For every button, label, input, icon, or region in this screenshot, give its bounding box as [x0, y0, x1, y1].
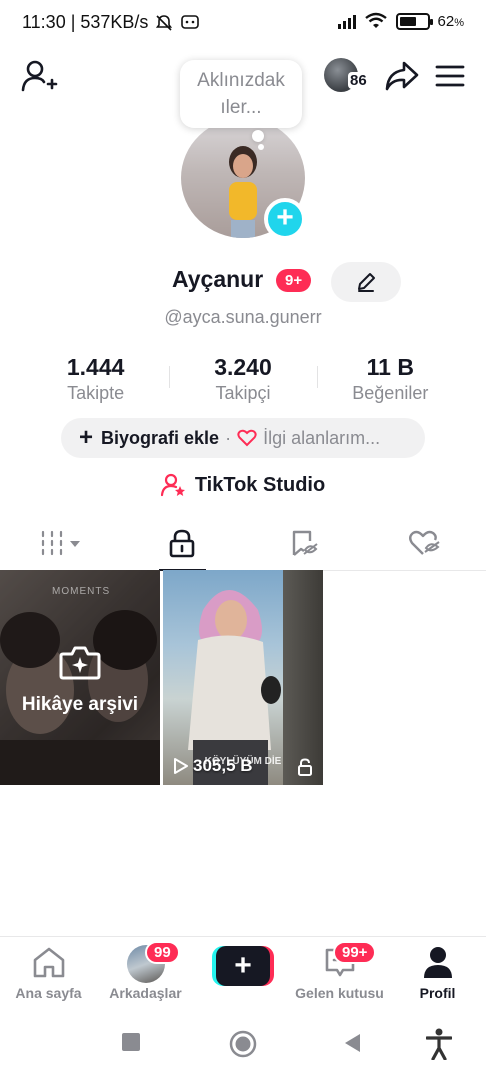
stat-label: Takipte — [67, 383, 125, 403]
name-badge[interactable]: 9+ — [276, 269, 312, 292]
studio-label: TikTok Studio — [194, 473, 326, 496]
video-thumbnail — [188, 590, 281, 785]
profile-views-count: 86 — [348, 72, 369, 89]
avatar-photo — [229, 146, 257, 238]
add-bio-label: Biyografi ekle — [101, 427, 220, 448]
heart-icon — [237, 429, 257, 447]
separator-dot: · — [225, 427, 232, 448]
wifi-icon — [364, 12, 387, 28]
note-bubble-line1: Aklınızdak — [197, 70, 285, 91]
profile-handle: @ayca.suna.gunerr — [164, 307, 322, 327]
share-icon[interactable] — [384, 60, 420, 92]
status-bar: 11:30 | 537KB/s 62% — [0, 0, 486, 48]
nav-home[interactable]: Ana sayfa — [0, 937, 97, 1009]
profile-views-button[interactable]: 86 — [324, 56, 370, 96]
add-friend-icon[interactable] — [20, 58, 58, 96]
signal-icon — [337, 13, 356, 29]
video-tile[interactable]: KÖYLÜYÜM DİE 305,5 B — [163, 570, 323, 785]
profile-icon — [423, 947, 452, 978]
stat-value: 11 B — [366, 354, 414, 380]
mute-bell-icon — [156, 14, 173, 31]
profile-name: Ayçanur — [172, 266, 264, 292]
app-notification-icon — [181, 14, 200, 29]
stat-value: 1.444 — [66, 354, 125, 380]
grid-icon — [41, 530, 80, 555]
pencil-icon — [358, 273, 375, 292]
nav-home-icon-wrap — [0, 945, 97, 981]
nav-inbox[interactable]: 99+ Gelen kutusu — [291, 937, 388, 1009]
home-circle-icon[interactable] — [229, 1030, 257, 1058]
nav-profile-label: Profil — [419, 985, 456, 1001]
bio-interests-pill[interactable]: + Biyografi ekle · İlgi alanlarım... — [61, 418, 425, 458]
stat-likes[interactable]: 11 B Beğeniler — [316, 354, 464, 406]
tab-private[interactable] — [122, 515, 244, 571]
story-archive-icon — [59, 646, 101, 680]
create-plus-icon: + — [216, 946, 270, 986]
interests-label: İlgi alanlarım... — [263, 427, 381, 448]
edit-profile-button[interactable] — [331, 262, 401, 302]
play-icon — [174, 758, 188, 774]
add-story-button[interactable]: + — [264, 198, 306, 240]
private-lock-icon — [298, 758, 312, 776]
tiktok-studio-link[interactable]: TikTok Studio — [0, 472, 486, 498]
repost-bookmark-icon — [292, 530, 318, 556]
battery-icon — [395, 12, 433, 30]
battery-percent: 62% — [437, 12, 464, 30]
profile-stats: 1.444 Takipte 3.240 Takipçi 11 B Beğenil… — [22, 354, 464, 406]
nav-home-label: Ana sayfa — [15, 985, 82, 1001]
view-count: 305,5 B — [173, 756, 253, 776]
tab-videos[interactable] — [0, 515, 122, 570]
studio-user-star-icon — [160, 473, 185, 497]
tab-reposts[interactable] — [243, 515, 365, 570]
tab-liked[interactable] — [365, 515, 486, 570]
recents-square-icon[interactable] — [121, 1032, 141, 1052]
bubble-tail-dot — [252, 130, 264, 142]
friends-badge: 99 — [145, 941, 180, 964]
header-actions: 86 — [324, 56, 466, 96]
create-button[interactable]: + — [212, 946, 274, 986]
back-triangle-icon[interactable] — [342, 1032, 362, 1054]
stat-value: 3.240 — [214, 354, 272, 380]
note-bubble-line2: ıler... — [220, 97, 262, 118]
system-navigation — [0, 1012, 486, 1080]
story-archive-tile[interactable]: MOMENTS Hikâye arşivi — [0, 570, 160, 785]
accessibility-icon[interactable] — [426, 1028, 452, 1060]
name-row: Ayçanur 9+ — [0, 262, 486, 302]
content-tabs — [0, 515, 486, 571]
inbox-badge: 99+ — [333, 941, 377, 964]
home-icon — [33, 947, 64, 978]
stat-following[interactable]: 1.444 Takipte — [22, 354, 169, 406]
liked-heart-icon — [409, 530, 440, 555]
video-grid: MOMENTS Hikâye arşivi KÖYLÜYÜM DİE 305,5… — [0, 570, 486, 786]
nav-inbox-label: Gelen kutusu — [295, 985, 384, 1001]
lock-icon — [169, 529, 195, 557]
stat-label: Beğeniler — [352, 383, 429, 403]
stat-label: Takipçi — [215, 383, 271, 403]
view-count-value: 305,5 B — [193, 756, 253, 775]
menu-icon[interactable] — [434, 62, 466, 90]
bubble-tail-dot-small — [258, 144, 264, 150]
nav-profile-icon-wrap — [389, 945, 486, 981]
status-left: 11:30 | 537KB/s — [22, 12, 200, 33]
thumbnail-tree — [283, 570, 323, 785]
nav-friends[interactable]: 99 Arkadaşlar — [97, 937, 194, 1009]
stat-followers[interactable]: 3.240 Takipçi — [169, 354, 316, 406]
archive-overlay-text: MOMENTS — [52, 586, 111, 597]
story-archive-label: Hikâye arşivi — [21, 694, 139, 715]
status-right: 62% — [337, 12, 464, 30]
note-bubble[interactable]: Aklınızdak ıler... — [180, 60, 302, 128]
status-time-speed: 11:30 | 537KB/s — [22, 12, 149, 32]
nav-friends-label: Arkadaşlar — [109, 985, 182, 1001]
nav-profile[interactable]: Profil — [389, 937, 486, 1009]
plus-icon: + — [79, 424, 94, 451]
